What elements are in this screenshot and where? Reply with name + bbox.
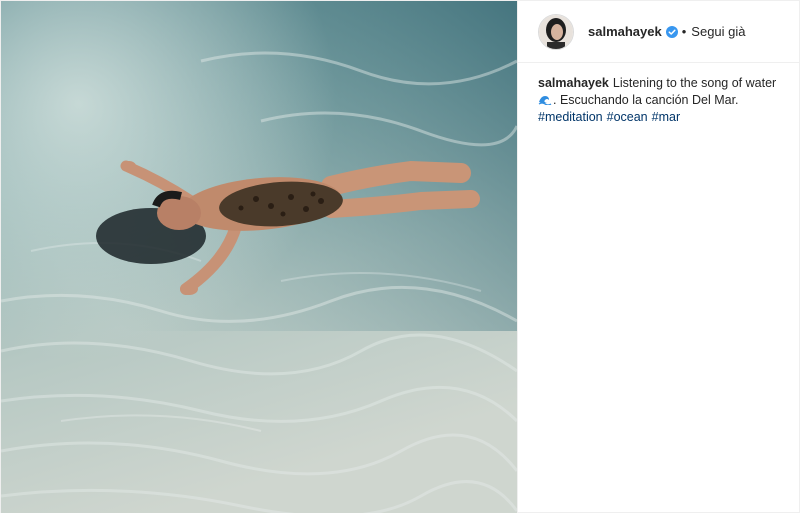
hashtag-mar[interactable]: #mar [652, 110, 680, 124]
beach-water-photo [1, 1, 517, 513]
instagram-post: salmahayek • Segui già salmahayek Listeni… [0, 0, 800, 513]
caption-username[interactable]: salmahayek [538, 76, 609, 90]
water-wave-emoji-icon [538, 93, 552, 106]
header-username[interactable]: salmahayek [588, 24, 662, 39]
hashtag-list: #meditation #ocean #mar [538, 109, 779, 126]
hashtag-meditation[interactable]: #meditation [538, 110, 603, 124]
post-caption: salmahayek Listening to the song of water… [518, 63, 799, 126]
hashtag-ocean[interactable]: #ocean [607, 110, 648, 124]
post-header: salmahayek • Segui già [518, 1, 799, 63]
post-sidebar: salmahayek • Segui già salmahayek Listeni… [517, 1, 799, 512]
verified-badge-icon [665, 25, 678, 38]
avatar[interactable] [538, 13, 574, 50]
caption-text-line2: . Escuchando la canción Del Mar. [553, 93, 739, 107]
following-button[interactable]: Segui già [691, 24, 745, 39]
caption-text-line1: Listening to the song of water [612, 76, 777, 90]
profile-picture-icon [539, 14, 573, 49]
separator-dot: • [681, 24, 687, 39]
post-photo[interactable] [1, 1, 517, 513]
